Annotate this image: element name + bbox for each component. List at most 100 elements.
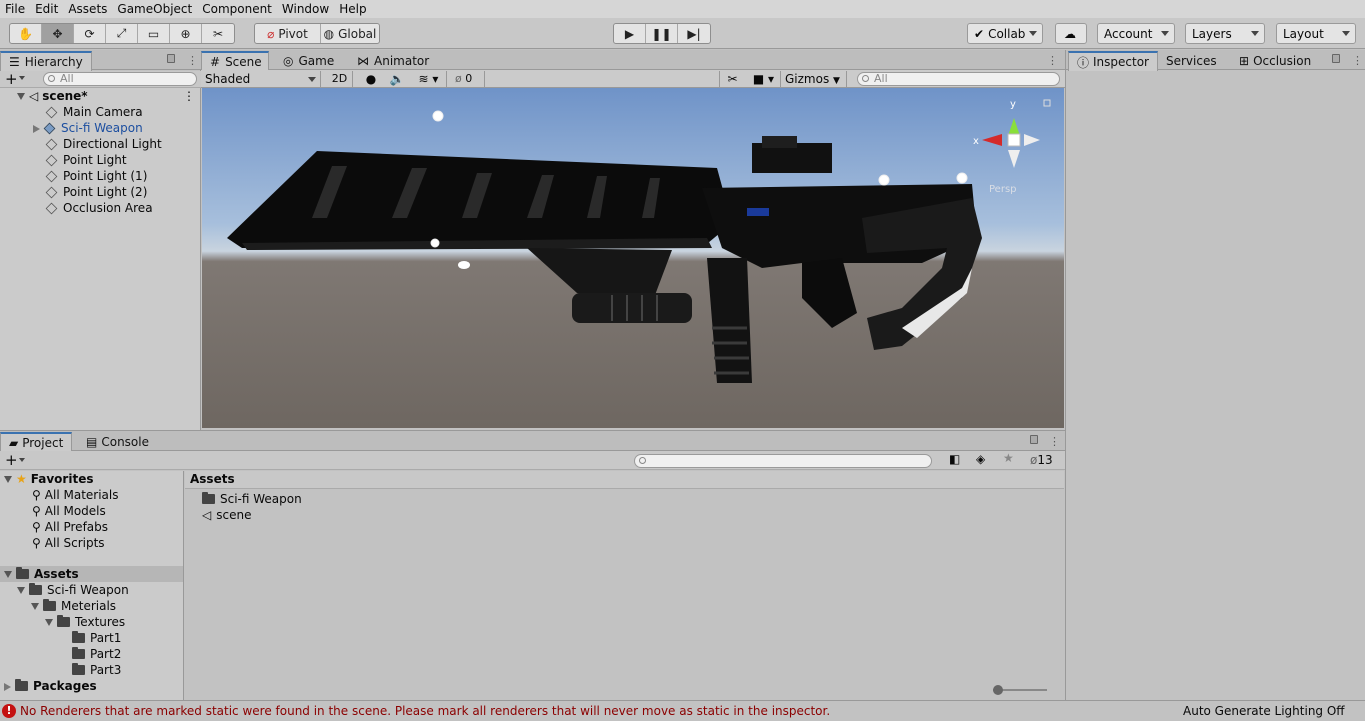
lock-icon[interactable] (1043, 99, 1051, 107)
hierarchy-item-prefab[interactable]: Sci-fi Weapon (33, 120, 143, 136)
menu-help[interactable]: Help (334, 0, 371, 18)
persp-label[interactable]: Persp (989, 184, 1017, 195)
chevron-right-icon[interactable] (33, 125, 40, 133)
breadcrumb-assets[interactable]: Assets (190, 472, 235, 486)
folder-item[interactable]: Part1 (72, 630, 121, 646)
audio-toggle[interactable]: 🔈 (385, 71, 409, 87)
camera-settings-dropdown[interactable]: ■ ▾ (747, 71, 781, 87)
scale-tool-button[interactable]: ⤢ (106, 24, 138, 43)
transform-tool-button[interactable]: ⊕ (170, 24, 202, 43)
folder-item[interactable]: Textures (45, 614, 125, 630)
folder-item[interactable]: Meterials (31, 598, 116, 614)
cloud-button[interactable]: ☁ (1055, 23, 1087, 44)
status-error-message[interactable]: No Renderers that are marked static were… (20, 704, 830, 718)
sci-fi-weapon-model[interactable] (227, 136, 982, 383)
favorite-item[interactable]: ⚲ All Scripts (32, 535, 105, 551)
filter-by-type-icon[interactable]: ◧ (949, 452, 960, 466)
slider-handle[interactable] (993, 685, 1003, 695)
scene-viewport[interactable]: y x Persp (202, 88, 1064, 428)
effects-dropdown[interactable]: ≋ ▾ (411, 71, 447, 87)
lock-icon[interactable] (1030, 435, 1038, 444)
favorite-item[interactable]: ⚲ All Prefabs (32, 519, 108, 535)
packages-header[interactable]: Packages (4, 678, 97, 694)
tab-inspector[interactable]: ⓘ Inspector (1068, 51, 1158, 71)
lock-icon[interactable] (167, 54, 175, 63)
scene-root[interactable]: ◁ scene* ⋮ (17, 88, 200, 104)
tab-hierarchy[interactable]: ☰ Hierarchy (0, 51, 92, 71)
lock-icon[interactable] (1332, 54, 1340, 63)
hierarchy-item[interactable]: Point Light (2) (45, 184, 147, 200)
menu-assets[interactable]: Assets (63, 0, 112, 18)
account-dropdown[interactable]: Account (1097, 23, 1175, 44)
hidden-packages-toggle[interactable]: ø13 (1030, 453, 1053, 467)
hierarchy-item[interactable]: Main Camera (45, 104, 143, 120)
layout-dropdown[interactable]: Layout (1276, 23, 1356, 44)
add-icon[interactable]: + (5, 70, 18, 88)
icon-size-slider[interactable] (993, 685, 1047, 695)
scene-menu-icon[interactable]: ⋮ (183, 88, 195, 104)
rect-tool-button[interactable]: ▭ (138, 24, 170, 43)
hand-tool-button[interactable]: ✋ (10, 24, 42, 43)
orientation-gizmo[interactable]: y x Persp (973, 99, 1040, 195)
chevron-down-icon[interactable] (17, 93, 25, 100)
rotate-tool-button[interactable]: ⟳ (74, 24, 106, 43)
pivot-toggle[interactable]: ⌀ Pivot (255, 24, 321, 43)
chevron-down-icon[interactable] (31, 603, 39, 610)
auto-lighting-status[interactable]: Auto Generate Lighting Off (1183, 704, 1345, 718)
global-toggle[interactable]: ◍ Global (321, 24, 379, 43)
panel-menu-icon[interactable]: ⋮ (187, 54, 198, 67)
layers-dropdown[interactable]: Layers (1185, 23, 1265, 44)
move-tool-button[interactable]: ✥ (42, 24, 74, 43)
asset-item[interactable]: Sci-fi Weapon (202, 491, 302, 507)
menu-edit[interactable]: Edit (30, 0, 63, 18)
favorite-item[interactable]: ⚲ All Models (32, 503, 106, 519)
panel-menu-icon[interactable]: ⋮ (1049, 435, 1060, 448)
favorite-star-icon[interactable]: ★ (1003, 451, 1014, 465)
hierarchy-item[interactable]: Point Light (45, 152, 127, 168)
mode-2d-toggle[interactable]: 2D (327, 71, 353, 87)
chevron-down-icon[interactable] (17, 587, 25, 594)
hierarchy-item[interactable]: Point Light (1) (45, 168, 147, 184)
add-icon[interactable]: + (5, 451, 18, 469)
custom-tool-button[interactable]: ✂ (202, 24, 234, 43)
tab-animator[interactable]: ⋈ Animator (349, 51, 437, 70)
occlusion-gizmo[interactable] (458, 261, 470, 269)
chevron-down-icon[interactable] (4, 571, 12, 578)
filter-by-label-icon[interactable]: ◈ (976, 452, 985, 466)
chevron-down-icon[interactable] (4, 476, 12, 483)
folder-item[interactable]: Part3 (72, 662, 121, 678)
gizmos-dropdown[interactable]: Gizmos ▼ (783, 71, 847, 87)
play-button[interactable]: ▶ (614, 24, 646, 43)
scene-search-input[interactable]: All (857, 72, 1060, 86)
tools-button[interactable]: ✂ (719, 71, 745, 87)
panel-menu-icon[interactable]: ⋮ (1047, 54, 1058, 67)
menu-component[interactable]: Component (197, 0, 277, 18)
hierarchy-search-input[interactable]: All (43, 72, 197, 86)
pause-button[interactable]: ❚❚ (646, 24, 678, 43)
hierarchy-item[interactable]: Directional Light (45, 136, 162, 152)
chevron-right-icon[interactable] (4, 683, 11, 691)
menu-file[interactable]: File (0, 0, 30, 18)
hierarchy-item[interactable]: Occlusion Area (45, 200, 153, 216)
menu-window[interactable]: Window (277, 0, 334, 18)
chevron-down-icon[interactable] (19, 76, 25, 80)
project-search-input[interactable] (634, 454, 932, 468)
tab-project[interactable]: ▰ Project (0, 432, 72, 452)
tab-occlusion[interactable]: ⊞ Occlusion (1231, 51, 1319, 70)
chevron-down-icon[interactable] (19, 458, 25, 462)
favorite-item[interactable]: ⚲ All Materials (32, 487, 119, 503)
assets-header[interactable]: Assets (0, 566, 183, 582)
hidden-objects-toggle[interactable]: ø 0 (455, 71, 485, 87)
panel-menu-icon[interactable]: ⋮ (1352, 54, 1363, 67)
collab-dropdown[interactable]: ✔ Collab (967, 23, 1043, 44)
tab-console[interactable]: ▤ Console (78, 432, 157, 451)
folder-item[interactable]: Sci-fi Weapon (17, 582, 129, 598)
chevron-down-icon[interactable] (45, 619, 53, 626)
tab-services[interactable]: Services (1158, 51, 1225, 70)
menu-gameobject[interactable]: GameObject (112, 0, 197, 18)
favorites-header[interactable]: ★ Favorites (4, 471, 93, 487)
lighting-toggle[interactable]: ● (359, 71, 383, 87)
shading-mode-dropdown[interactable]: Shaded (203, 71, 321, 87)
step-button[interactable]: ▶| (678, 24, 710, 43)
tab-game[interactable]: ◎ Game (275, 51, 342, 70)
